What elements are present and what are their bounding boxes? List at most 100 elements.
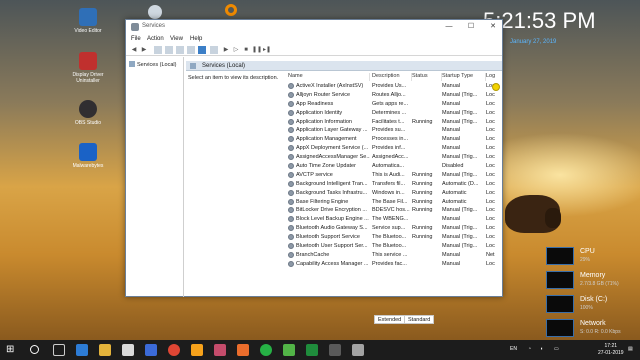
pause-service-icon[interactable]: ❚❚ <box>252 46 262 54</box>
edge-icon[interactable] <box>76 344 88 356</box>
desktop-icon-label: Video Editor <box>74 28 102 34</box>
service-row[interactable]: AssignedAccessManager Se... AssignedAcc..… <box>284 153 502 162</box>
app-icon[interactable] <box>237 344 249 356</box>
service-row[interactable]: Bluetooth User Support Ser... The Bluetoo… <box>284 242 502 251</box>
desktop-icon-obs[interactable]: OBS Studio <box>68 100 108 126</box>
desktop-app-icon[interactable] <box>225 4 237 16</box>
tab-extended[interactable]: Extended <box>374 315 406 324</box>
volume-icon[interactable]: ◖ <box>540 346 543 352</box>
service-description: Provides su... <box>372 127 406 134</box>
show-hide-tree-icon[interactable] <box>154 46 162 54</box>
service-row[interactable]: Application Layer Gateway ... Provides su… <box>284 126 502 135</box>
service-description: The WBENG... <box>372 216 409 223</box>
service-row[interactable]: Background Intelligent Tran... Transfers … <box>284 180 502 189</box>
photos-icon[interactable] <box>214 344 226 356</box>
start-button[interactable]: ⊞ <box>6 344 18 356</box>
services-icon <box>129 61 135 67</box>
services-taskbar-icon[interactable] <box>352 344 364 356</box>
service-name: App Readiness <box>296 100 334 107</box>
service-description: Provides inf... <box>372 145 406 152</box>
service-row[interactable]: BitLocker Drive Encryption ... BDESVC hos… <box>284 206 502 215</box>
service-row[interactable]: Application Identity Determines ... Manual… <box>284 109 502 118</box>
file-explorer-icon[interactable] <box>99 344 111 356</box>
service-row[interactable]: Application Information Facilitates t... R… <box>284 118 502 127</box>
service-row[interactable]: Application Management Processes in... Man… <box>284 135 502 144</box>
service-log-on-as: Loc <box>486 145 495 152</box>
service-row[interactable]: Bluetooth Support Service The Bluetoo... R… <box>284 233 502 242</box>
store-icon[interactable] <box>122 344 134 356</box>
service-row[interactable]: BranchCache This service ... Manual Net <box>284 251 502 260</box>
menu-file[interactable]: File <box>131 36 141 42</box>
refresh-icon[interactable] <box>176 46 184 54</box>
service-row[interactable]: Auto Time Zone Updater Automatica... Disab… <box>284 162 502 171</box>
notifications-icon[interactable]: ▤ <box>628 346 633 352</box>
col-description[interactable]: Description <box>372 73 412 81</box>
tab-standard[interactable]: Standard <box>404 315 435 324</box>
desktop-icon-ddu[interactable]: Display Driver Uninstaller <box>68 52 108 84</box>
forward-icon[interactable]: ▶ <box>140 46 148 54</box>
col-log-on-as[interactable]: Log <box>486 73 502 81</box>
minimize-button[interactable]: — <box>439 21 459 33</box>
service-name: Bluetooth Audio Gateway S... <box>296 225 368 232</box>
service-status: Running <box>412 171 433 178</box>
start-service-icon[interactable]: ▶ <box>222 46 230 54</box>
app-icon[interactable] <box>306 344 318 356</box>
app-icon[interactable] <box>283 344 295 356</box>
service-row[interactable]: Base Filtering Engine The Base Fil... Runn… <box>284 198 502 207</box>
service-row[interactable]: AVCTP service This is Audi... Running Manua… <box>284 171 502 180</box>
menu-view[interactable]: View <box>170 36 183 42</box>
service-log-on-as: Loc <box>486 189 495 196</box>
system-clock[interactable]: 17:21 27-01-2019 <box>598 343 624 357</box>
console-icon[interactable] <box>165 46 173 54</box>
col-status[interactable]: Status <box>412 73 442 81</box>
desktop-icon-video-editor[interactable]: Video Editor <box>68 8 108 34</box>
stop-service-icon[interactable]: ■ <box>242 46 250 54</box>
chrome-icon[interactable] <box>168 344 180 356</box>
tree-item-services-local[interactable]: Services (Local) <box>129 61 176 68</box>
help-icon[interactable] <box>198 46 206 54</box>
perf-memory: Memory 2.7/3.8 GB (71%) <box>546 269 638 291</box>
service-row[interactable]: App Readiness Gets apps re... Manual Loc <box>284 100 502 109</box>
col-startup-type[interactable]: Startup Type <box>442 73 486 81</box>
search-icon[interactable] <box>30 345 39 354</box>
taskbar-time: 17:21 <box>604 343 618 349</box>
service-row[interactable]: Alljoyn Router Service Routes Alljo... Man… <box>284 91 502 100</box>
service-startup-type: Manual <box>442 127 461 134</box>
service-status: Running <box>412 234 433 241</box>
menu-help[interactable]: Help <box>190 36 202 42</box>
service-row[interactable]: AppX Deployment Service (... Provides inf… <box>284 144 502 153</box>
battery-icon[interactable]: ▭ <box>554 346 559 352</box>
close-button[interactable]: ✕ <box>483 21 503 33</box>
maximize-button[interactable]: ☐ <box>461 21 481 33</box>
service-log-on-as: Net <box>486 251 495 258</box>
whatsapp-icon[interactable] <box>260 344 272 356</box>
service-gear-icon <box>288 118 294 125</box>
mail-icon[interactable] <box>145 344 157 356</box>
network-icon[interactable]: ◔ <box>528 346 531 352</box>
task-view-icon[interactable] <box>53 344 65 356</box>
malwarebytes-icon <box>79 143 97 161</box>
properties-icon[interactable] <box>210 46 218 54</box>
restart-service-icon[interactable]: ▸❚ <box>263 46 271 54</box>
back-icon[interactable]: ◀ <box>130 46 138 54</box>
language-indicator[interactable]: EN <box>510 346 517 352</box>
desktop-icon-malwarebytes[interactable]: Malwarebytes <box>68 143 108 169</box>
service-row[interactable]: Capability Access Manager ... Provides fa… <box>284 260 502 269</box>
menu-action[interactable]: Action <box>147 36 164 42</box>
obs-taskbar-icon[interactable] <box>329 344 341 356</box>
service-status: Running <box>412 118 433 125</box>
vlc-icon[interactable] <box>191 344 203 356</box>
service-description: Automatica... <box>372 163 405 170</box>
export-icon[interactable] <box>187 46 195 54</box>
service-row[interactable]: Bluetooth Audio Gateway S... Service sup.… <box>284 224 502 233</box>
title-bar[interactable]: Services — ☐ ✕ <box>126 20 502 34</box>
service-name: Background Tasks Infrastru... <box>296 189 368 196</box>
desktop-globe-icon[interactable] <box>148 5 162 19</box>
col-name[interactable]: Name <box>288 73 370 81</box>
service-log-on-as: Loc <box>486 207 495 214</box>
service-row[interactable]: ActiveX Installer (AxInstSV) Provides Us.… <box>284 82 502 91</box>
play-icon[interactable]: ▷ <box>232 46 240 54</box>
service-startup-type: Manual <box>442 83 461 89</box>
service-row[interactable]: Block Level Backup Engine ... The WBENG..… <box>284 215 502 224</box>
service-row[interactable]: Background Tasks Infrastru... Windows in.… <box>284 189 502 198</box>
